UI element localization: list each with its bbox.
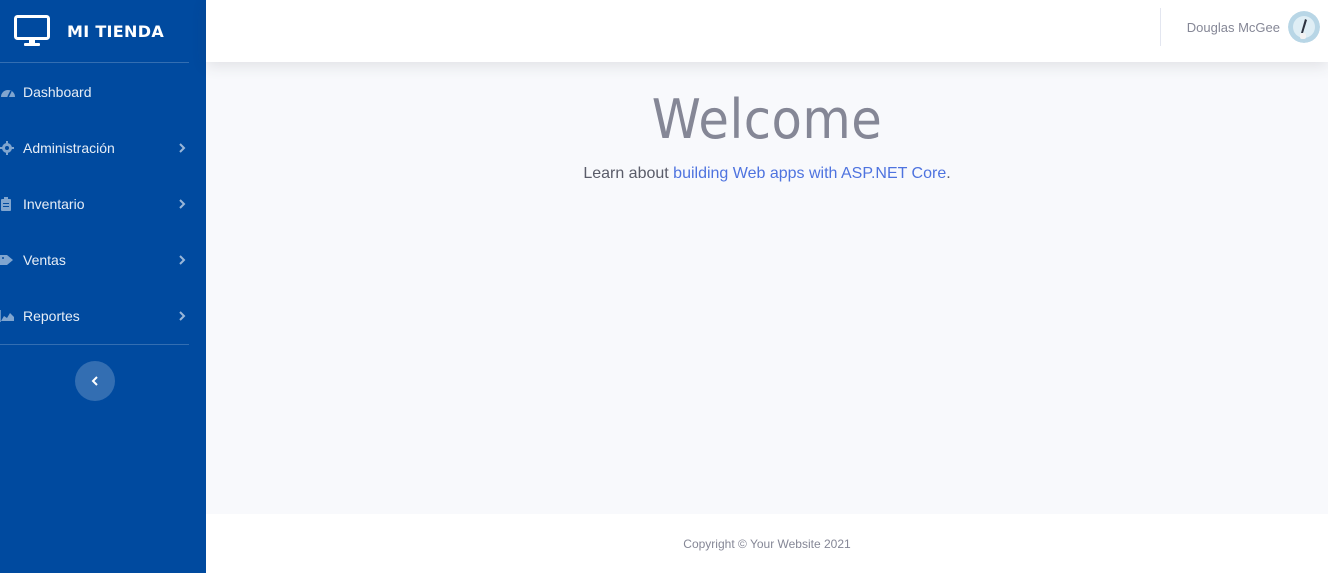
sidebar-toggle-button[interactable] (74, 361, 115, 401)
chart-area-icon (0, 309, 16, 323)
chevron-right-icon (178, 198, 188, 210)
aspnet-docs-link[interactable]: building Web apps with ASP.NET Core (673, 165, 946, 182)
sidebar-item-dashboard[interactable]: Dashboard (0, 64, 206, 120)
tags-icon (0, 253, 16, 267)
chevron-left-icon (91, 376, 99, 386)
gear-icon (0, 141, 16, 155)
avatar (1288, 11, 1320, 43)
chevron-right-icon (178, 142, 188, 154)
brand[interactable]: MI TIENDA (0, 0, 206, 62)
user-name: Douglas McGee (1186, 19, 1280, 35)
intro-text: Learn about building Web apps with ASP.N… (206, 165, 1328, 183)
tachometer-icon (0, 85, 16, 99)
sidebar: MI TIENDA Dashboard Administración Inven… (0, 0, 206, 573)
sidebar-item-label: Ventas (23, 252, 66, 268)
main-content: Welcome Learn about building Web apps wi… (206, 62, 1328, 514)
user-menu[interactable]: Douglas McGee (1187, 11, 1320, 43)
sidebar-item-label: Administración (23, 140, 115, 156)
topbar: Douglas McGee (206, 0, 1328, 62)
intro-lead: Learn about (583, 165, 674, 182)
sidebar-item-inventario[interactable]: Inventario (0, 176, 206, 232)
page-title: Welcome (651, 88, 883, 151)
footer: Copyright © Your Website 2021 (206, 514, 1328, 573)
sidebar-item-label: Dashboard (23, 84, 92, 100)
sidebar-item-ventas[interactable]: Ventas (0, 232, 206, 288)
intro-trailing: . (946, 165, 951, 182)
sidebar-toggle-wrap (0, 345, 189, 401)
chevron-right-icon (178, 310, 188, 322)
copyright-text: Copyright © Your Website 2021 (683, 536, 851, 551)
sidebar-nav: Dashboard Administración Inventario Vent… (0, 63, 206, 344)
sidebar-item-label: Reportes (23, 308, 80, 324)
monitor-icon (14, 15, 50, 47)
topbar-divider (1160, 8, 1161, 46)
sidebar-item-reportes[interactable]: Reportes (0, 288, 206, 344)
chevron-right-icon (178, 254, 188, 266)
brand-name: MI TIENDA (67, 21, 164, 41)
sidebar-item-label: Inventario (23, 196, 85, 212)
clipboard-icon (0, 197, 16, 211)
sidebar-item-administracion[interactable]: Administración (0, 120, 206, 176)
